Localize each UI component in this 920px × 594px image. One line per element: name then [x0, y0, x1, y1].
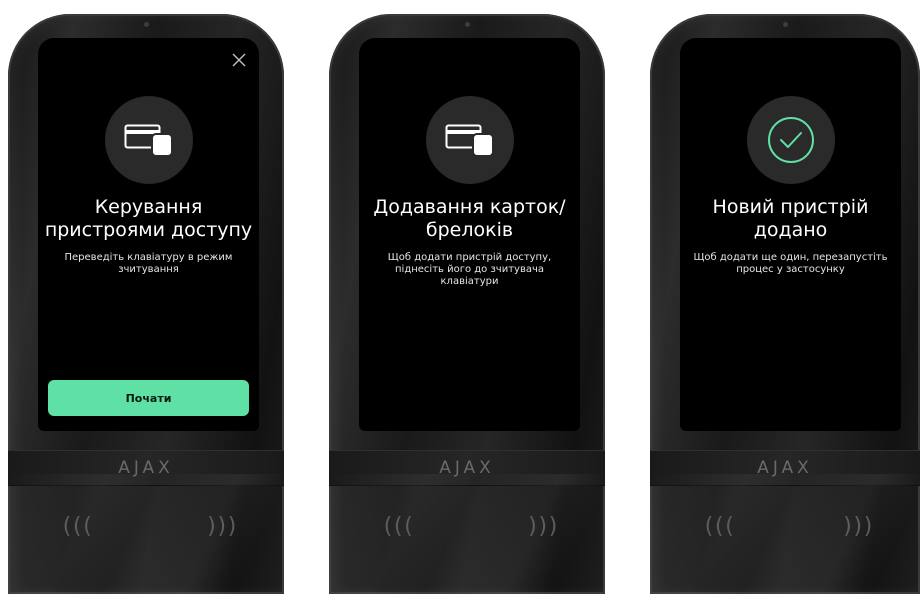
screen-title: Додавання карток/ брелоків	[373, 196, 566, 241]
close-icon	[232, 53, 246, 67]
keypad-device-3: Новий пристрій додано Щоб додати ще один…	[650, 14, 920, 594]
check-circle-icon	[767, 117, 814, 163]
nfc-left-icon: (((	[702, 514, 736, 539]
camera-dot	[465, 22, 470, 27]
brand-logo: AJAX	[439, 458, 495, 478]
brand-logo: AJAX	[118, 458, 174, 478]
camera-dot	[783, 22, 788, 27]
card-fob-icon	[124, 124, 173, 157]
nfc-left-icon: (((	[60, 514, 94, 539]
screen-title: Керування пристроями доступу	[44, 196, 253, 241]
screen-subtitle: Щоб додати ще один, перезапустіть процес…	[693, 252, 888, 275]
keypad-screen-1: Керування пристроями доступу Переведіть …	[38, 38, 259, 431]
brand-logo: AJAX	[757, 458, 813, 478]
keypad-device-2: Додавання карток/ брелоків Щоб додати пр…	[329, 14, 605, 594]
close-button[interactable]	[229, 50, 249, 70]
nfc-right-icon: )))	[841, 514, 875, 539]
keypad-screen-2: Додавання карток/ брелоків Щоб додати пр…	[359, 38, 580, 431]
screen-title: Новий пристрій додано	[712, 196, 869, 241]
icon-badge	[104, 96, 193, 184]
start-button[interactable]: Почати	[48, 380, 249, 416]
keypad-screen-3: Новий пристрій додано Щоб додати ще один…	[680, 38, 901, 431]
icon-badge	[425, 96, 514, 184]
screen-subtitle: Щоб додати пристрій доступу, піднесіть й…	[387, 252, 552, 287]
nfc-right-icon: )))	[526, 514, 560, 539]
screen-subtitle: Переведіть клавіатуру в режим зчитування	[64, 252, 233, 275]
nfc-left-icon: (((	[381, 514, 415, 539]
card-fob-icon	[445, 124, 494, 157]
camera-dot	[144, 22, 149, 27]
icon-badge	[746, 96, 835, 184]
nfc-right-icon: )))	[205, 514, 239, 539]
keypad-device-1: Керування пристроями доступу Переведіть …	[8, 14, 284, 594]
